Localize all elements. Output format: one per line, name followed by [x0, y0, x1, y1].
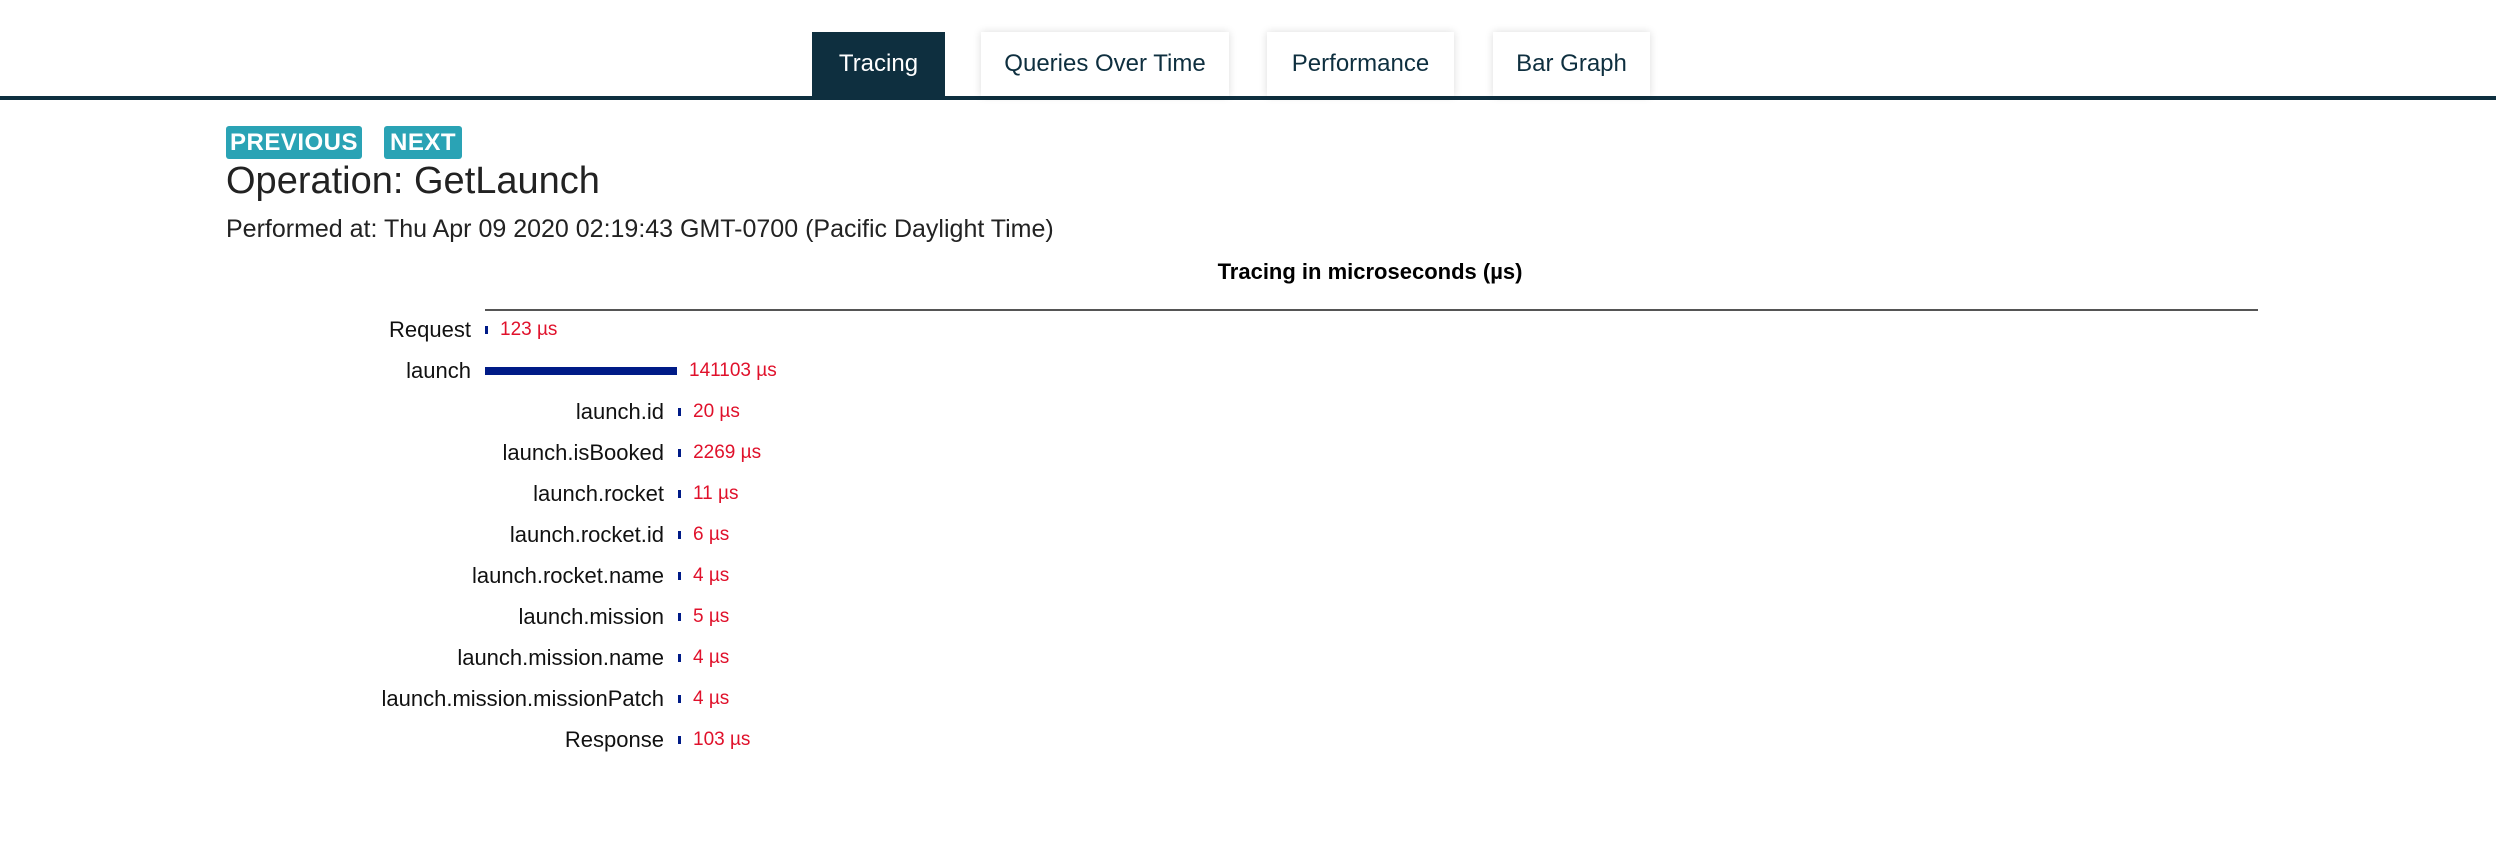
trace-row-bar	[678, 408, 681, 416]
trace-row-label: launch.id	[575, 399, 664, 424]
trace-row-bar	[678, 572, 681, 580]
trace-row-value: 11 µs	[693, 483, 739, 504]
trace-row-label: launch.mission.name	[457, 645, 664, 670]
trace-row-value: 4 µs	[693, 565, 730, 586]
trace-row-label: launch.mission.missionPatch	[381, 686, 664, 711]
previous-button[interactable]: PREVIOUS	[226, 126, 362, 159]
trace-row-bar	[485, 326, 488, 334]
tab-tracing[interactable]: Tracing	[812, 32, 945, 96]
trace-row-label: launch.mission	[518, 604, 664, 629]
trace-row-label: launch.isBooked	[502, 440, 664, 465]
trace-row-value: 103 µs	[693, 729, 751, 750]
tracing-page: Tracing Queries Over Time Performance Ba…	[0, 0, 2496, 858]
trace-row-bar	[678, 490, 681, 498]
trace-row-bar	[678, 613, 681, 621]
trace-row-label: launch.rocket.id	[509, 522, 664, 547]
trace-row-value: 2269 µs	[693, 442, 762, 463]
tab-performance[interactable]: Performance	[1267, 32, 1454, 96]
tab-queries-over-time[interactable]: Queries Over Time	[981, 32, 1229, 96]
trace-row-value: 6 µs	[693, 524, 730, 545]
trace-row-bar	[678, 654, 681, 662]
tab-bar: Tracing Queries Over Time Performance Ba…	[0, 0, 2496, 100]
trace-row-bar	[678, 449, 682, 457]
trace-row-bar	[678, 695, 681, 703]
trace-row-value: 141103 µs	[689, 360, 777, 381]
trace-row-value: 4 µs	[693, 688, 730, 709]
tab-bar-graph[interactable]: Bar Graph	[1493, 32, 1650, 96]
operation-title: Operation: GetLaunch	[226, 160, 600, 202]
trace-row-value: 123 µs	[500, 319, 558, 340]
trace-row-bar	[678, 736, 681, 744]
trace-row-value: 20 µs	[693, 401, 740, 422]
trace-row-label: launch.rocket.name	[472, 563, 664, 588]
chart-top-axis	[485, 309, 2258, 311]
trace-row-bar	[485, 367, 677, 375]
trace-row-label: launch.rocket	[533, 481, 664, 506]
next-button[interactable]: NEXT	[384, 126, 462, 159]
trace-row-value: 5 µs	[693, 606, 730, 627]
trace-row-label: Request	[389, 317, 471, 342]
trace-row-bar	[678, 531, 681, 539]
trace-row-value: 4 µs	[693, 647, 730, 668]
chart-title: Tracing in microseconds (µs)	[1217, 259, 1523, 284]
performed-at-text: Performed at: Thu Apr 09 2020 02:19:43 G…	[226, 215, 1054, 243]
trace-row-label: Response	[564, 727, 664, 752]
trace-row-label: launch	[406, 358, 471, 383]
